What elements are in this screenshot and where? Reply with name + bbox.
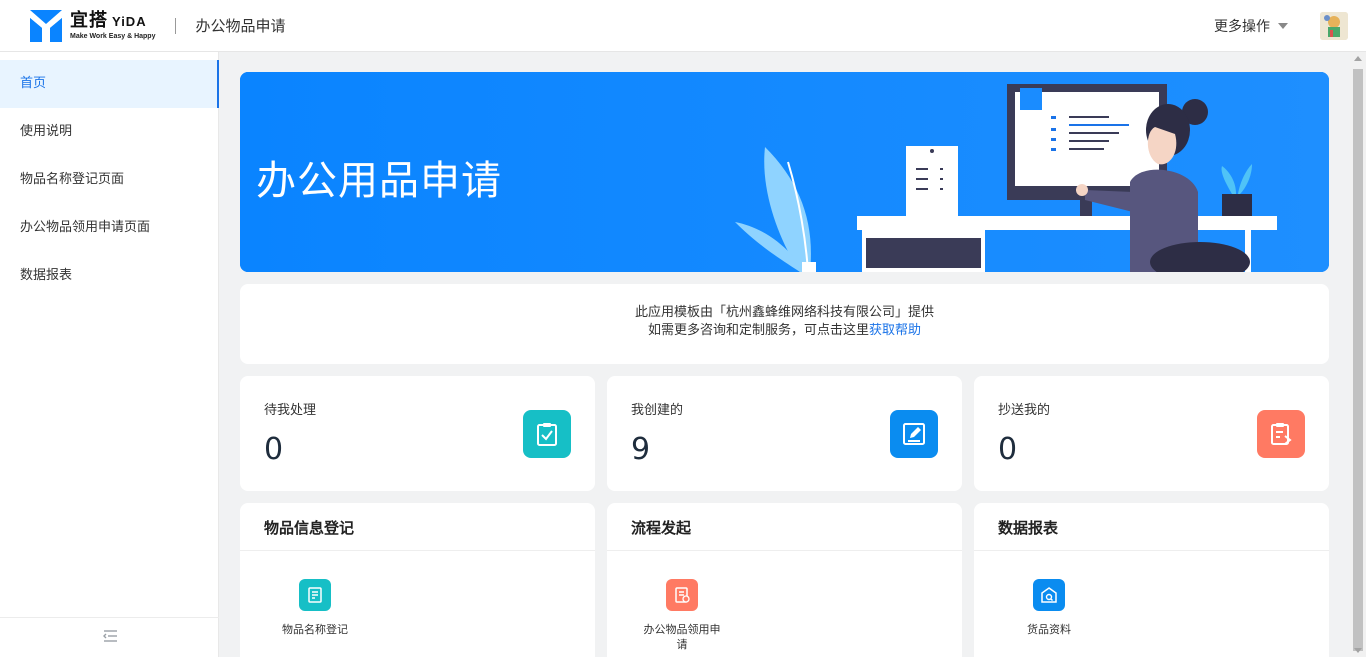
sidebar-item-instructions[interactable]: 使用说明: [0, 108, 219, 156]
section-title: 数据报表: [998, 519, 1059, 537]
sidebar-item-data-report[interactable]: 数据报表: [0, 252, 219, 300]
notice-line-provider: 此应用模板由「杭州鑫蜂维网络科技有限公司」提供: [634, 305, 934, 320]
more-actions-label: 更多操作: [1214, 19, 1270, 35]
logo-cn-text: 宜搭: [70, 9, 108, 31]
logo-slogan: Make Work Easy & Happy: [70, 32, 156, 40]
section-title: 物品信息登记: [264, 519, 355, 537]
stat-label: 我创建的: [631, 403, 684, 418]
app-entry-item-registration[interactable]: 物品名称登记: [265, 579, 365, 637]
top-header: 宜搭 YiDA Make Work Easy & Happy 办公物品申请 更多操…: [0, 0, 1366, 52]
stat-value: 9: [631, 432, 651, 467]
scroll-up-arrow-icon[interactable]: [1354, 56, 1362, 61]
app-entry-label: 货品资料: [1027, 623, 1071, 636]
stat-value: 0: [998, 432, 1018, 467]
sidebar-nav: 首页 使用说明 物品名称登记页面 办公物品领用申请页面 数据报表: [0, 52, 219, 657]
get-help-link[interactable]: 获取帮助: [869, 323, 921, 338]
app-title: 办公物品申请: [195, 17, 286, 35]
section-title: 流程发起: [631, 519, 692, 537]
stat-label: 待我处理: [264, 403, 317, 418]
banner-title: 办公用品申请: [256, 158, 502, 204]
scrollbar-thumb[interactable]: [1353, 69, 1363, 651]
yida-logo[interactable]: 宜搭 YiDA Make Work Easy & Happy: [30, 9, 156, 42]
notice-line-help: 如需更多咨询和定制服务，可点击这里获取帮助: [240, 322, 1329, 340]
collapse-sidebar-icon[interactable]: [102, 628, 118, 647]
app-entry-office-supply-request[interactable]: 办公物品领用申请: [632, 579, 732, 652]
app-entry-goods-data[interactable]: 货品资料: [999, 579, 1099, 637]
app-entry-label: 办公物品领用申请: [643, 623, 721, 651]
caret-down-icon: [1278, 23, 1288, 29]
more-actions-dropdown[interactable]: 更多操作: [1214, 16, 1288, 36]
stat-card-created[interactable]: 我创建的 9: [607, 376, 962, 491]
section-divider: [607, 550, 962, 551]
section-divider: [974, 550, 1329, 551]
sidebar-collapse-bar: [0, 617, 219, 657]
sidebar-item-item-registration[interactable]: 物品名称登记页面: [0, 156, 219, 204]
sidebar-item-office-supply-request[interactable]: 办公物品领用申请页面: [0, 204, 219, 252]
yida-logo-icon: [30, 9, 62, 42]
stat-value: 0: [264, 432, 284, 467]
page-scrollbar[interactable]: [1350, 52, 1366, 657]
stat-card-pending[interactable]: 待我处理 0: [240, 376, 595, 491]
warehouse-icon: [1033, 579, 1065, 611]
stat-card-cc[interactable]: 抄送我的 0: [974, 376, 1329, 491]
register-form-icon: [299, 579, 331, 611]
edit-document-icon: [890, 410, 938, 458]
section-card-item-registration: 物品信息登记 物品名称登记: [240, 503, 595, 657]
apply-form-icon: [666, 579, 698, 611]
section-card-data-report: 数据报表 货品资料: [974, 503, 1329, 657]
hero-banner: 办公用品申请: [240, 72, 1329, 272]
header-divider: [175, 17, 177, 34]
cc-document-icon: [1257, 410, 1305, 458]
scroll-down-arrow-icon[interactable]: [1354, 648, 1362, 653]
sidebar-item-home[interactable]: 首页: [0, 60, 219, 108]
section-card-process-start: 流程发起 办公物品领用申请: [607, 503, 962, 657]
stat-label: 抄送我的: [998, 403, 1051, 418]
app-entry-label: 物品名称登记: [282, 623, 348, 636]
logo-en-text: YiDA: [112, 13, 147, 29]
notice-help-text: 如需更多咨询和定制服务，可点击这里: [647, 323, 869, 338]
clipboard-check-icon: [523, 410, 571, 458]
template-notice: 此应用模板由「杭州鑫蜂维网络科技有限公司」提供 如需更多咨询和定制服务，可点击这…: [240, 284, 1329, 364]
section-divider: [240, 550, 595, 551]
user-avatar[interactable]: [1320, 12, 1348, 40]
